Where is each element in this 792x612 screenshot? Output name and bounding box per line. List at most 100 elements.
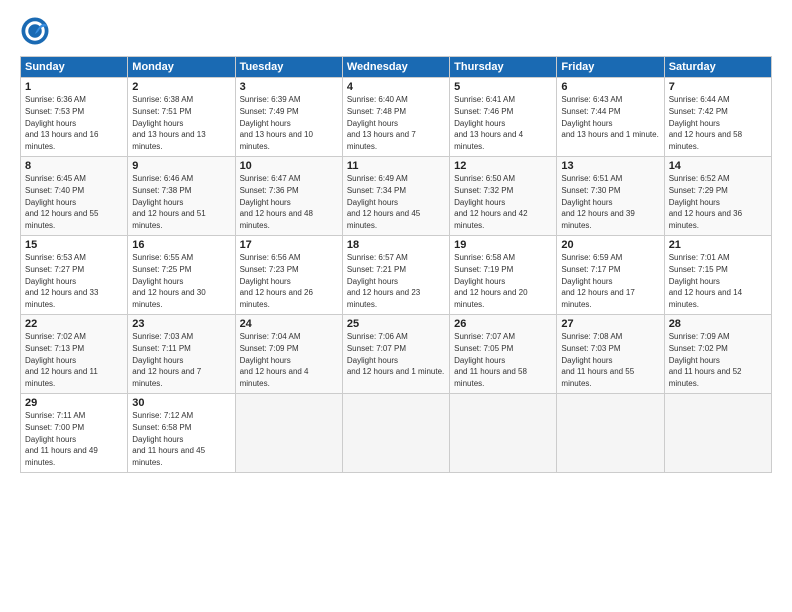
day-cell: 13 Sunrise: 6:51 AMSunset: 7:30 PMDaylig… (557, 156, 664, 235)
day-number: 23 (132, 318, 230, 330)
day-number: 21 (669, 239, 767, 251)
day-number: 22 (25, 318, 123, 330)
day-number: 7 (669, 81, 767, 93)
day-info: Sunrise: 6:53 AMSunset: 7:27 PMDaylight … (25, 253, 98, 309)
day-info: Sunrise: 6:57 AMSunset: 7:21 PMDaylight … (347, 253, 420, 309)
day-cell: 6 Sunrise: 6:43 AMSunset: 7:44 PMDayligh… (557, 78, 664, 157)
day-number: 29 (25, 397, 123, 409)
day-info: Sunrise: 7:04 AMSunset: 7:09 PMDaylight … (240, 332, 309, 388)
day-number: 5 (454, 81, 552, 93)
day-cell: 27 Sunrise: 7:08 AMSunset: 7:03 PMDaylig… (557, 314, 664, 393)
day-number: 10 (240, 160, 338, 172)
day-number: 26 (454, 318, 552, 330)
day-info: Sunrise: 7:08 AMSunset: 7:03 PMDaylight … (561, 332, 634, 388)
day-cell: 9 Sunrise: 6:46 AMSunset: 7:38 PMDayligh… (128, 156, 235, 235)
day-cell: 28 Sunrise: 7:09 AMSunset: 7:02 PMDaylig… (664, 314, 771, 393)
day-info: Sunrise: 7:09 AMSunset: 7:02 PMDaylight … (669, 332, 742, 388)
day-number: 24 (240, 318, 338, 330)
day-cell: 5 Sunrise: 6:41 AMSunset: 7:46 PMDayligh… (450, 78, 557, 157)
calendar-table: SundayMondayTuesdayWednesdayThursdayFrid… (20, 56, 772, 473)
calendar-header: SundayMondayTuesdayWednesdayThursdayFrid… (21, 57, 772, 78)
day-cell: 18 Sunrise: 6:57 AMSunset: 7:21 PMDaylig… (342, 235, 449, 314)
day-number: 30 (132, 397, 230, 409)
day-info: Sunrise: 6:43 AMSunset: 7:44 PMDaylight … (561, 95, 658, 139)
day-cell: 23 Sunrise: 7:03 AMSunset: 7:11 PMDaylig… (128, 314, 235, 393)
day-info: Sunrise: 6:49 AMSunset: 7:34 PMDaylight … (347, 174, 420, 230)
day-info: Sunrise: 7:01 AMSunset: 7:15 PMDaylight … (669, 253, 742, 309)
day-cell (664, 393, 771, 472)
week-row-3: 15 Sunrise: 6:53 AMSunset: 7:27 PMDaylig… (21, 235, 772, 314)
day-number: 11 (347, 160, 445, 172)
day-info: Sunrise: 6:52 AMSunset: 7:29 PMDaylight … (669, 174, 742, 230)
day-info: Sunrise: 6:44 AMSunset: 7:42 PMDaylight … (669, 95, 742, 151)
day-number: 27 (561, 318, 659, 330)
day-info: Sunrise: 6:56 AMSunset: 7:23 PMDaylight … (240, 253, 313, 309)
day-cell: 15 Sunrise: 6:53 AMSunset: 7:27 PMDaylig… (21, 235, 128, 314)
day-info: Sunrise: 6:46 AMSunset: 7:38 PMDaylight … (132, 174, 205, 230)
day-cell: 30 Sunrise: 7:12 AMSunset: 6:58 PMDaylig… (128, 393, 235, 472)
day-info: Sunrise: 6:39 AMSunset: 7:49 PMDaylight … (240, 95, 313, 151)
day-number: 16 (132, 239, 230, 251)
day-info: Sunrise: 6:45 AMSunset: 7:40 PMDaylight … (25, 174, 98, 230)
calendar-page: SundayMondayTuesdayWednesdayThursdayFrid… (0, 0, 792, 612)
day-number: 20 (561, 239, 659, 251)
day-info: Sunrise: 7:06 AMSunset: 7:07 PMDaylight … (347, 332, 444, 376)
day-number: 18 (347, 239, 445, 251)
day-info: Sunrise: 6:50 AMSunset: 7:32 PMDaylight … (454, 174, 527, 230)
day-info: Sunrise: 6:36 AMSunset: 7:53 PMDaylight … (25, 95, 98, 151)
day-info: Sunrise: 6:38 AMSunset: 7:51 PMDaylight … (132, 95, 205, 151)
day-number: 19 (454, 239, 552, 251)
day-info: Sunrise: 6:47 AMSunset: 7:36 PMDaylight … (240, 174, 313, 230)
day-number: 12 (454, 160, 552, 172)
day-cell: 4 Sunrise: 6:40 AMSunset: 7:48 PMDayligh… (342, 78, 449, 157)
day-cell: 11 Sunrise: 6:49 AMSunset: 7:34 PMDaylig… (342, 156, 449, 235)
day-number: 9 (132, 160, 230, 172)
day-cell: 22 Sunrise: 7:02 AMSunset: 7:13 PMDaylig… (21, 314, 128, 393)
header (20, 16, 772, 46)
day-cell: 7 Sunrise: 6:44 AMSunset: 7:42 PMDayligh… (664, 78, 771, 157)
header-cell-saturday: Saturday (664, 57, 771, 78)
day-cell: 24 Sunrise: 7:04 AMSunset: 7:09 PMDaylig… (235, 314, 342, 393)
day-info: Sunrise: 6:58 AMSunset: 7:19 PMDaylight … (454, 253, 527, 309)
week-row-5: 29 Sunrise: 7:11 AMSunset: 7:00 PMDaylig… (21, 393, 772, 472)
day-cell: 1 Sunrise: 6:36 AMSunset: 7:53 PMDayligh… (21, 78, 128, 157)
day-cell: 21 Sunrise: 7:01 AMSunset: 7:15 PMDaylig… (664, 235, 771, 314)
day-cell (342, 393, 449, 472)
calendar-body: 1 Sunrise: 6:36 AMSunset: 7:53 PMDayligh… (21, 78, 772, 473)
day-cell: 10 Sunrise: 6:47 AMSunset: 7:36 PMDaylig… (235, 156, 342, 235)
day-number: 3 (240, 81, 338, 93)
day-cell (557, 393, 664, 472)
day-info: Sunrise: 6:51 AMSunset: 7:30 PMDaylight … (561, 174, 634, 230)
day-cell: 12 Sunrise: 6:50 AMSunset: 7:32 PMDaylig… (450, 156, 557, 235)
day-cell: 3 Sunrise: 6:39 AMSunset: 7:49 PMDayligh… (235, 78, 342, 157)
day-cell: 19 Sunrise: 6:58 AMSunset: 7:19 PMDaylig… (450, 235, 557, 314)
day-info: Sunrise: 7:03 AMSunset: 7:11 PMDaylight … (132, 332, 201, 388)
day-cell: 16 Sunrise: 6:55 AMSunset: 7:25 PMDaylig… (128, 235, 235, 314)
day-info: Sunrise: 6:41 AMSunset: 7:46 PMDaylight … (454, 95, 523, 151)
day-info: Sunrise: 6:59 AMSunset: 7:17 PMDaylight … (561, 253, 634, 309)
header-row: SundayMondayTuesdayWednesdayThursdayFrid… (21, 57, 772, 78)
day-cell (450, 393, 557, 472)
day-cell: 17 Sunrise: 6:56 AMSunset: 7:23 PMDaylig… (235, 235, 342, 314)
day-number: 1 (25, 81, 123, 93)
day-info: Sunrise: 7:07 AMSunset: 7:05 PMDaylight … (454, 332, 527, 388)
logo-icon (20, 16, 50, 46)
day-number: 8 (25, 160, 123, 172)
day-info: Sunrise: 6:55 AMSunset: 7:25 PMDaylight … (132, 253, 205, 309)
day-info: Sunrise: 7:02 AMSunset: 7:13 PMDaylight … (25, 332, 98, 388)
day-cell: 26 Sunrise: 7:07 AMSunset: 7:05 PMDaylig… (450, 314, 557, 393)
header-cell-friday: Friday (557, 57, 664, 78)
day-number: 4 (347, 81, 445, 93)
day-info: Sunrise: 7:12 AMSunset: 6:58 PMDaylight … (132, 411, 205, 467)
header-cell-wednesday: Wednesday (342, 57, 449, 78)
week-row-2: 8 Sunrise: 6:45 AMSunset: 7:40 PMDayligh… (21, 156, 772, 235)
day-number: 2 (132, 81, 230, 93)
day-cell: 14 Sunrise: 6:52 AMSunset: 7:29 PMDaylig… (664, 156, 771, 235)
day-cell: 20 Sunrise: 6:59 AMSunset: 7:17 PMDaylig… (557, 235, 664, 314)
header-cell-thursday: Thursday (450, 57, 557, 78)
day-number: 14 (669, 160, 767, 172)
header-cell-monday: Monday (128, 57, 235, 78)
day-number: 28 (669, 318, 767, 330)
day-info: Sunrise: 7:11 AMSunset: 7:00 PMDaylight … (25, 411, 98, 467)
header-cell-sunday: Sunday (21, 57, 128, 78)
